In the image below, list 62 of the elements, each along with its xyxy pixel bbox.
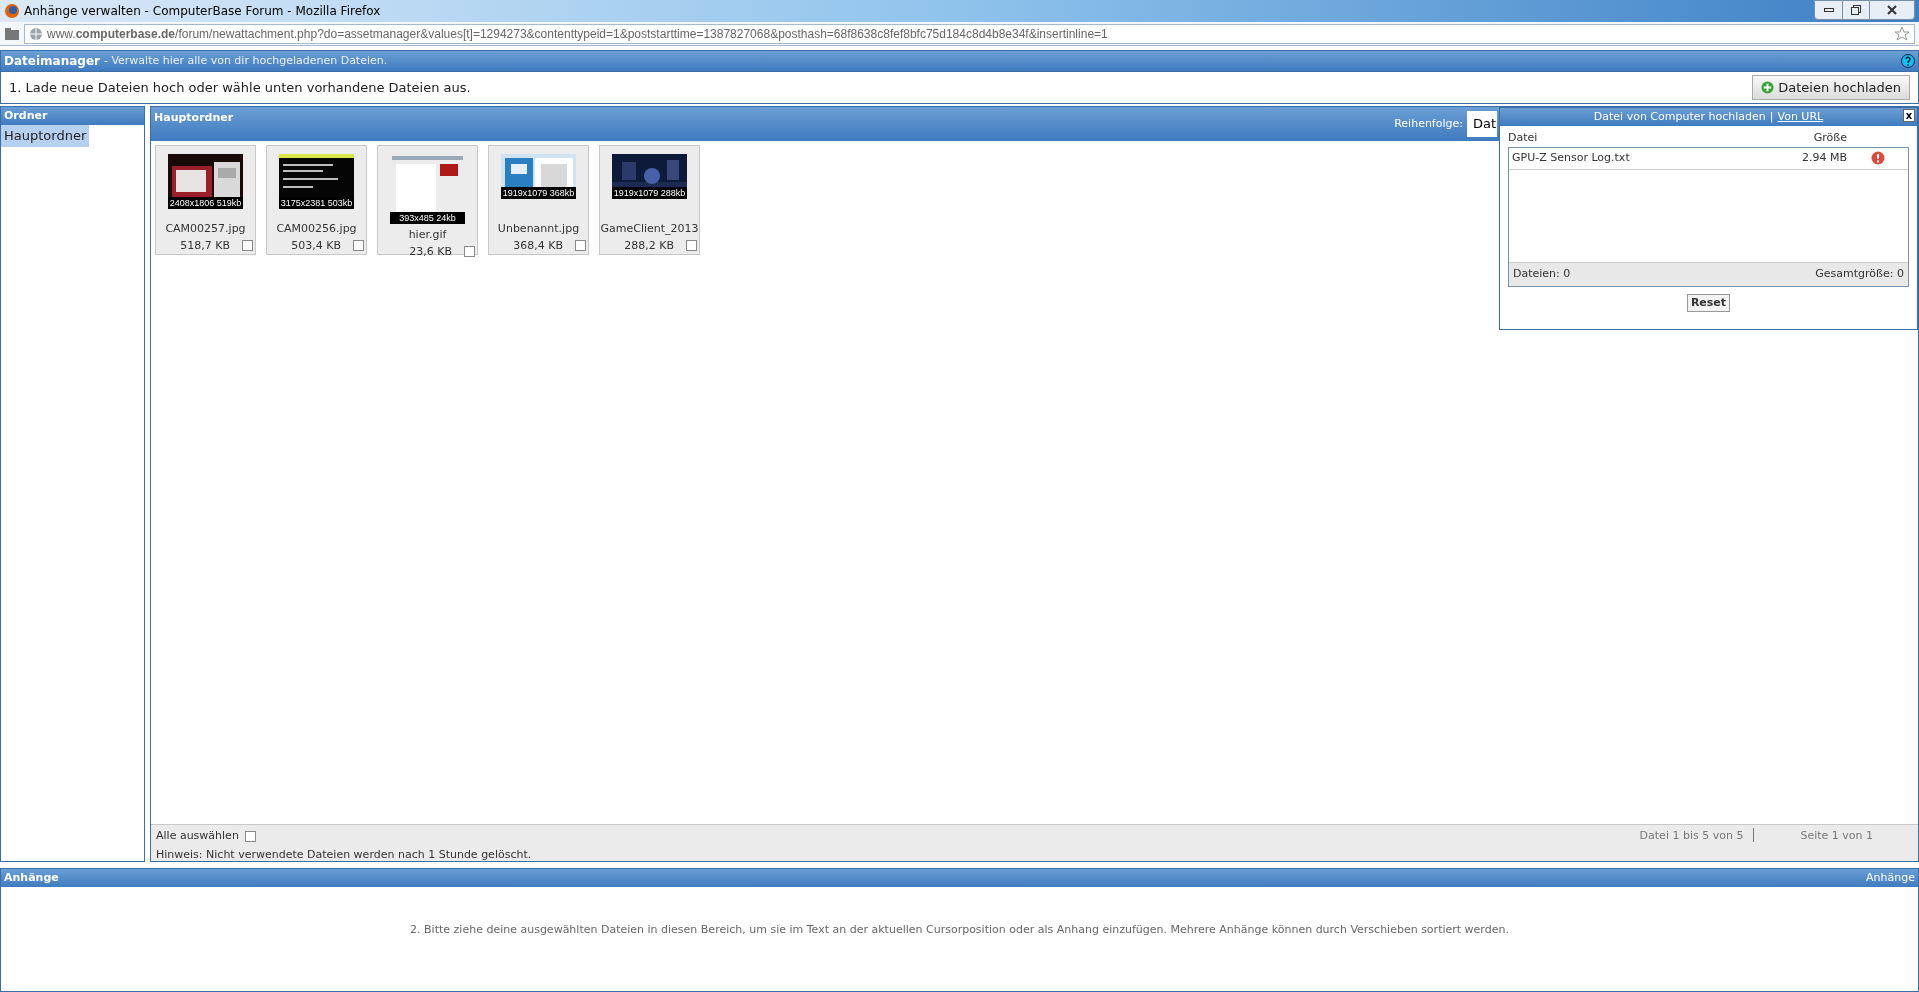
hint-text: Hinweis: Nicht verwendete Dateien werden nach 1 Stunde gelöscht.	[156, 846, 532, 863]
help-icon[interactable]	[1901, 54, 1915, 68]
plus-icon	[1761, 81, 1775, 94]
image-info: 1919x1079 368kb	[501, 187, 576, 199]
file-checkbox[interactable]	[575, 240, 586, 252]
file-manager-title: Dateimanager	[4, 53, 100, 70]
sort-label: Reihenfolge:	[1394, 116, 1463, 132]
url-text: www.computerbase.de/forum/newattachment.php?do=assetmanager&values[t]=1294273&contenttypeid=1&poststarttime=1387827068&posthash=68f8638c8fef8bfc75d184c8d4b8e34f&insertinline=1	[47, 25, 1108, 43]
popup-separator: |	[1769, 108, 1774, 125]
select-all-label: Alle auswählen	[156, 828, 239, 844]
file-checkbox[interactable]	[686, 240, 697, 252]
folder-panel-title: Ordner	[4, 107, 48, 124]
file-card[interactable]: 1919x1079 288kb GameClient_2013 288,2 KB	[599, 145, 700, 255]
file-size: 368,4 KB	[513, 237, 563, 254]
restore-icon	[1851, 5, 1861, 15]
upload-file-size: 2.94 MB	[1801, 149, 1847, 166]
file-name: CAM00256.jpg	[276, 221, 357, 237]
image-info: 1919x1079 288kb	[612, 187, 687, 199]
file-size: 503,4 KB	[291, 237, 341, 254]
file-card[interactable]: 3175x2381 503kb CAM00256.jpg 503,4 KB	[266, 145, 367, 255]
attachments-instruction: 2. Bitte ziehe deine ausgewählten Dateien in diesen Bereich, um sie im Text an der aktuellen Cursorposition oder als Anhang einzufügen. Mehrere Anhänge können durch Verschieben sortiert werden.	[410, 921, 1509, 938]
image-info: 3175x2381 503kb	[279, 197, 354, 209]
image-info: 2408x1806 519kb	[168, 197, 243, 209]
close-icon	[1887, 5, 1897, 15]
file-name: Unbenannt.jpg	[497, 221, 580, 237]
file-card[interactable]: 393x485 24kb hier.gif 23,6 KB	[377, 145, 478, 255]
globe-icon	[29, 26, 43, 41]
window-title: Anhänge verwalten - ComputerBase Forum - Mozilla Firefox	[24, 3, 381, 20]
main-title: Hauptordner	[154, 110, 234, 126]
file-card[interactable]: 1919x1079 368kb Unbenannt.jpg 368,4 KB	[488, 145, 589, 255]
files-count: Dateien: 0	[1513, 265, 1571, 282]
page-info: Seite 1 von 1	[1799, 828, 1874, 844]
firefox-logo-icon	[4, 3, 20, 19]
upload-files-button[interactable]: Dateien hochladen	[1752, 75, 1910, 100]
size-column-header: Größe	[1813, 130, 1847, 146]
folder-item[interactable]: Hauptordner	[1, 125, 90, 147]
minimize-icon	[1823, 8, 1834, 12]
attachments-label: Anhänge	[1866, 869, 1915, 886]
select-all-checkbox[interactable]	[244, 830, 256, 842]
file-size: 288,2 KB	[624, 237, 674, 254]
file-checkbox[interactable]	[242, 240, 253, 252]
file-name: GameClient_2013	[600, 221, 699, 237]
upload-instruction: 1. Lade neue Dateien hoch oder wähle unten vorhandene Dateien aus.	[9, 78, 471, 97]
popup-close-button[interactable]: x	[1903, 109, 1915, 122]
file-column-header: Datei	[1508, 130, 1539, 146]
file-checkbox[interactable]	[464, 246, 475, 258]
file-card[interactable]: 2408x1806 519kb CAM00257.jpg 518,7 KB	[155, 145, 256, 255]
file-manager-subtitle: - Verwalte hier alle von dir hochgeladenen Dateien.	[103, 52, 388, 69]
total-size: Gesamtgröße: 0	[1815, 265, 1904, 282]
upload-file-name: GPU-Z Sensor Log.txt	[1512, 149, 1631, 166]
image-info: 393x485 24kb	[390, 212, 465, 224]
star-icon[interactable]	[1894, 25, 1910, 42]
reset-button[interactable]: Reset	[1686, 293, 1731, 312]
file-range: Datei 1 bis 5 von 5	[1639, 828, 1755, 842]
file-size: 518,7 KB	[180, 237, 230, 254]
popup-title: Datei von Computer hochladen	[1593, 108, 1766, 125]
file-name: hier.gif	[408, 227, 447, 243]
file-checkbox[interactable]	[353, 240, 364, 252]
address-field[interactable]: www.computerbase.de/forum/newattachment.php?do=assetmanager&values[t]=1294273&contenttypeid=1&poststarttime=1387827068&posthash=68f8638c8fef8bfc75d184c8d4b8e34f&insertinline=1	[24, 23, 1915, 44]
attachments-title: Anhänge	[4, 869, 59, 886]
sort-dropdown[interactable]: Dat	[1467, 111, 1497, 137]
file-name: CAM00257.jpg	[165, 221, 246, 237]
